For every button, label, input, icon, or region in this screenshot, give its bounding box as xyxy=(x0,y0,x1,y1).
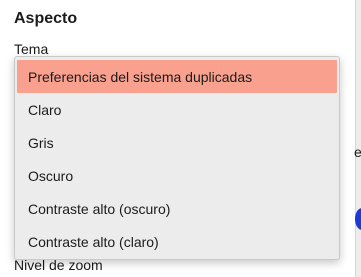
theme-option-gray[interactable]: Gris xyxy=(17,126,337,159)
theme-option-light[interactable]: Claro xyxy=(17,93,337,126)
theme-option-system[interactable]: Preferencias del sistema duplicadas xyxy=(17,60,337,93)
section-title: Aspecto xyxy=(14,10,78,27)
background-text-fragment: e xyxy=(354,144,361,160)
theme-option-high-contrast-light[interactable]: Contraste alto (claro) xyxy=(17,225,337,258)
background-panel-edge xyxy=(355,0,361,277)
theme-option-high-contrast-dark[interactable]: Contraste alto (oscuro) xyxy=(17,192,337,225)
theme-dropdown-list: Preferencias del sistema duplicadas Clar… xyxy=(14,56,340,260)
theme-option-dark[interactable]: Oscuro xyxy=(17,159,337,192)
